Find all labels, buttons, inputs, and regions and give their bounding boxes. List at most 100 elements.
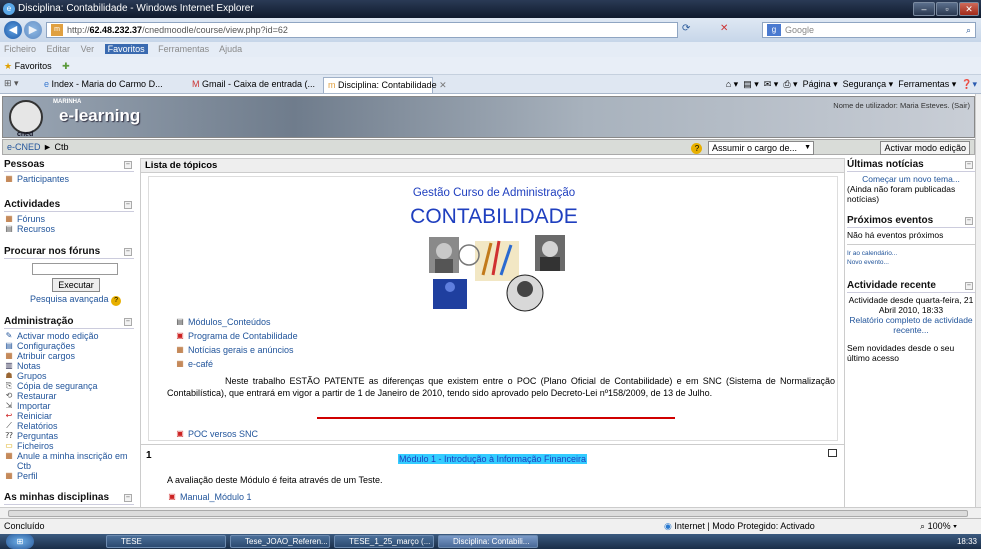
start-button[interactable]: ⊞ <box>6 534 34 549</box>
address-input[interactable]: m http://62.48.232.37/cnedmoodle/course/… <box>46 22 678 38</box>
forward-button[interactable]: ▶ <box>24 21 42 39</box>
collapse-icon[interactable]: – <box>124 248 132 256</box>
collapse-icon[interactable]: – <box>124 318 132 326</box>
calendar-link[interactable]: Ir ao calendário... <box>847 249 975 258</box>
refresh-icon[interactable]: ⟳ <box>682 23 690 34</box>
admin-item-label: Restaurar <box>17 391 57 401</box>
role-select-value: Assumir o cargo de... <box>711 143 797 153</box>
admin-item-profile[interactable]: ▦ Perfil <box>4 471 134 481</box>
menu-ajuda[interactable]: Ajuda <box>219 44 242 54</box>
search-forums-input[interactable] <box>32 263 118 275</box>
search-icon[interactable]: ⌕ <box>966 23 971 37</box>
accounting-collage-image <box>429 235 565 312</box>
admin-title: Administração <box>4 316 74 327</box>
events-title: Próximos eventos <box>847 215 934 226</box>
collapse-icon[interactable]: – <box>124 161 132 169</box>
page-content: MARINHA e-learning cned Nome de utilizad… <box>0 94 975 507</box>
menu-ver[interactable]: Ver <box>81 44 95 54</box>
menu-editar[interactable]: Editar <box>47 44 71 54</box>
collapse-icon[interactable]: – <box>124 494 132 502</box>
collapse-icon[interactable]: – <box>965 161 973 169</box>
taskbar-item-tese[interactable]: TESE <box>106 535 226 548</box>
tab-index-label: Index - Maria do Carmo D... <box>51 79 163 89</box>
close-tab-icon[interactable]: ✕ <box>439 80 447 90</box>
user-info[interactable]: Nome de utilizador: Maria Esteves. (Sair… <box>833 101 970 110</box>
tools-menu[interactable]: Ferramentas <box>898 79 949 89</box>
new-topic-link[interactable]: Começar um novo tema... <box>847 174 975 184</box>
execute-button[interactable]: Executar <box>52 278 100 292</box>
add-favorite-icon[interactable]: ✚ <box>62 61 70 71</box>
tab-disciplina[interactable]: m Disciplina: Contabilidade ✕ <box>323 77 447 93</box>
admin-item-reset[interactable]: ↩ Reiniciar <box>4 411 134 421</box>
print-icon[interactable]: ⎙ ▾ <box>783 79 797 89</box>
admin-item-reports[interactable]: ⟋ Relatórios <box>4 421 134 431</box>
vertical-scrollbar[interactable] <box>975 94 981 507</box>
admin-item-label: Configurações <box>17 341 76 351</box>
participants-link[interactable]: ▦ Participantes <box>4 174 134 184</box>
new-event-link[interactable]: Novo evento... <box>847 258 975 267</box>
recent-report-link[interactable]: Relatório completo de actividade recente… <box>847 315 975 335</box>
link-e-cafe[interactable]: ▦ e-café <box>175 359 213 369</box>
home-icon[interactable]: ⌂ ▾ <box>726 79 738 89</box>
role-help-icon[interactable]: ? <box>691 143 703 154</box>
admin-item-groups[interactable]: ☗ Grupos <box>4 371 134 381</box>
taskbar-item-tese-marco[interactable]: TESE_1_25_março (... <box>334 535 434 548</box>
admin-item-settings[interactable]: ▤ Configurações <box>4 341 134 351</box>
link-noticias-gerais[interactable]: ▦ Notícias gerais e anúncios <box>175 345 293 355</box>
scrollbar-thumb[interactable] <box>8 510 968 517</box>
collapse-icon[interactable]: – <box>965 217 973 225</box>
menu-ferramentas[interactable]: Ferramentas <box>158 44 209 54</box>
admin-item-backup[interactable]: ⎘ Cópia de segurança <box>4 381 134 391</box>
activate-edit-button[interactable]: Activar modo edição <box>880 141 970 155</box>
admin-item-edit-mode[interactable]: ✎ Activar modo edição <box>4 331 134 341</box>
role-select[interactable]: Assumir o cargo de... ▼ <box>707 141 814 155</box>
breadcrumb-home-link[interactable]: e-CNED <box>7 142 41 152</box>
stop-icon[interactable]: ✕ <box>720 23 728 34</box>
menu-favoritos[interactable]: Favoritos <box>104 44 148 54</box>
link-programa-contabilidade[interactable]: ▣ Programa de Contabilidade <box>175 331 297 341</box>
admin-item-grades[interactable]: ▥ Notas <box>4 361 134 371</box>
tab-gmail[interactable]: M Gmail - Caixa de entrada (... <box>188 77 320 93</box>
mail-icon[interactable]: ✉ ▾ <box>764 79 779 89</box>
collapse-icon[interactable]: – <box>124 201 132 209</box>
recent-none: Sem novidades desde o seu último acesso <box>847 343 955 363</box>
page-menu[interactable]: Página <box>803 79 831 89</box>
security-menu[interactable]: Segurança <box>843 79 887 89</box>
minimize-button[interactable]: – <box>913 2 935 16</box>
horizontal-scrollbar[interactable] <box>0 507 981 518</box>
admin-item-roles[interactable]: ▦ Atribuir cargos <box>4 351 134 361</box>
tab-index[interactable]: e Index - Maria do Carmo D... <box>40 77 185 93</box>
zoom-control[interactable]: ⌕ 100% ▾ <box>920 519 957 534</box>
window-titlebar: e Disciplina: Contabilidade - Windows In… <box>0 0 981 18</box>
collapse-icon[interactable]: – <box>965 282 973 290</box>
forums-link[interactable]: ▦ Fóruns <box>4 214 134 224</box>
admin-item-files[interactable]: ▭ Ficheiros <box>4 441 134 451</box>
admin-item-restore[interactable]: ⟲ Restaurar <box>4 391 134 401</box>
search-input[interactable]: g Google ⌕ <box>762 22 976 38</box>
quick-tabs-icon[interactable]: ⊞ ▾ <box>4 78 19 89</box>
taskbar-item-disciplina[interactable]: Disciplina: Contabili... <box>438 535 538 548</box>
right-column: Últimas notícias – Começar um novo tema..… <box>847 158 975 363</box>
link-modulos-conteudos[interactable]: ▤ Módulos_Conteúdos <box>175 317 270 327</box>
recent-title: Actividade recente <box>847 280 936 291</box>
help-icon[interactable]: ❓▾ <box>961 79 977 89</box>
taskbar-item-tese-joao[interactable]: Tese_JOAO_Referen... <box>230 535 330 548</box>
search-block-header: Procurar nos fóruns – <box>4 245 134 259</box>
close-window-button[interactable]: ✕ <box>959 2 979 16</box>
course-description: Neste trabalho ESTÃO PATENTE as diferenç… <box>167 376 835 398</box>
link-manual-modulo-1[interactable]: ▣ Manual_Módulo 1 <box>167 492 251 502</box>
admin-item-import[interactable]: ⇲ Importar <box>4 401 134 411</box>
resources-link[interactable]: ▤ Recursos <box>4 224 134 234</box>
advanced-search-link[interactable]: Pesquisa avançada ? <box>30 294 122 306</box>
admin-item-questions[interactable]: ⁇ Perguntas <box>4 431 134 441</box>
google-icon: g <box>767 24 781 36</box>
link-poc-versos-snc[interactable]: ▣ POC versos SNC <box>175 429 258 439</box>
activities-block-header: Actividades – <box>4 198 134 212</box>
admin-item-unenrol[interactable]: ▦ Anule a minha inscrição em Ctb <box>4 451 134 471</box>
maximize-button[interactable]: ▫ <box>936 2 958 16</box>
menu-ficheiro[interactable]: Ficheiro <box>4 44 36 54</box>
favorites-button[interactable]: Favoritos <box>15 61 52 71</box>
zoom-icon: ⌕ <box>920 521 926 531</box>
back-button[interactable]: ◀ <box>4 21 22 39</box>
feeds-icon[interactable]: ▤ ▾ <box>743 79 759 89</box>
